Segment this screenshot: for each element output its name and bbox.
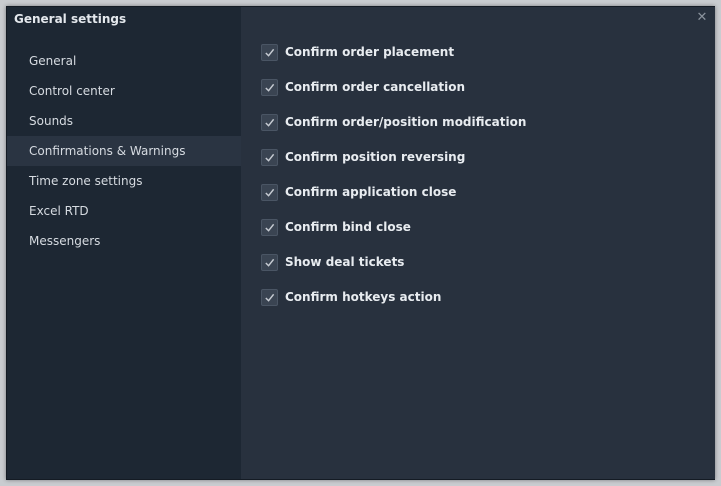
checkbox[interactable] bbox=[261, 43, 278, 61]
sidebar-item-label: General bbox=[29, 54, 77, 68]
checkmark-icon bbox=[265, 293, 275, 302]
checkbox[interactable] bbox=[261, 148, 278, 166]
option-label: Confirm order/position modification bbox=[285, 115, 527, 129]
option-label: Confirm order cancellation bbox=[285, 80, 466, 94]
option-confirm-application-close[interactable]: Confirm application close bbox=[261, 182, 456, 202]
option-label: Confirm hotkeys action bbox=[285, 290, 442, 304]
checkmark-icon bbox=[265, 258, 275, 267]
sidebar-item-sounds[interactable]: Sounds bbox=[7, 106, 241, 136]
checkbox[interactable] bbox=[261, 78, 278, 96]
sidebar-item-label: Control center bbox=[29, 84, 115, 98]
option-confirm-order-cancellation[interactable]: Confirm order cancellation bbox=[261, 77, 465, 97]
sidebar: General Control center Sounds Confirmati… bbox=[7, 33, 241, 479]
checkbox[interactable] bbox=[261, 253, 278, 271]
option-label: Confirm position reversing bbox=[285, 150, 466, 164]
sidebar-item-messengers[interactable]: Messengers bbox=[7, 226, 241, 256]
sidebar-item-control-center[interactable]: Control center bbox=[7, 76, 241, 106]
sidebar-item-label: Messengers bbox=[29, 234, 101, 248]
sidebar-item-label: Time zone settings bbox=[29, 174, 143, 188]
sidebar-item-time-zone-settings[interactable]: Time zone settings bbox=[7, 166, 241, 196]
sidebar-item-general[interactable]: General bbox=[7, 46, 241, 76]
window-title: General settings bbox=[14, 12, 127, 26]
checkbox[interactable] bbox=[261, 218, 278, 236]
sidebar-item-label: Sounds bbox=[29, 114, 74, 128]
option-confirm-order-position-modification[interactable]: Confirm order/position modification bbox=[261, 112, 526, 132]
option-confirm-position-reversing[interactable]: Confirm position reversing bbox=[261, 147, 465, 167]
checkmark-icon bbox=[265, 83, 275, 92]
checkbox[interactable] bbox=[261, 288, 278, 306]
sidebar-item-excel-rtd[interactable]: Excel RTD bbox=[7, 196, 241, 226]
sidebar-item-confirmations-warnings[interactable]: Confirmations & Warnings bbox=[7, 136, 241, 166]
option-label: Confirm bind close bbox=[285, 220, 411, 234]
option-label: Confirm order placement bbox=[285, 45, 455, 59]
option-confirm-bind-close[interactable]: Confirm bind close bbox=[261, 217, 411, 237]
checkmark-icon bbox=[265, 223, 275, 232]
option-label: Show deal tickets bbox=[285, 255, 405, 269]
titlebar: General settings bbox=[7, 7, 241, 33]
checkbox[interactable] bbox=[261, 183, 278, 201]
checkmark-icon bbox=[265, 48, 275, 57]
checkmark-icon bbox=[265, 188, 275, 197]
option-label: Confirm application close bbox=[285, 185, 457, 199]
checkmark-icon bbox=[265, 153, 275, 162]
checkbox[interactable] bbox=[261, 113, 278, 131]
close-icon[interactable]: ✕ bbox=[695, 11, 709, 25]
sidebar-item-label: Confirmations & Warnings bbox=[29, 144, 186, 158]
checkmark-icon bbox=[265, 118, 275, 127]
content-panel: ✕ Confirm order placement Confirm order … bbox=[241, 7, 715, 479]
option-show-deal-tickets[interactable]: Show deal tickets bbox=[261, 252, 404, 272]
option-confirm-hotkeys-action[interactable]: Confirm hotkeys action bbox=[261, 287, 441, 307]
settings-window: General settings General Control center … bbox=[6, 6, 715, 480]
sidebar-item-label: Excel RTD bbox=[29, 204, 89, 218]
option-confirm-order-placement[interactable]: Confirm order placement bbox=[261, 42, 454, 62]
